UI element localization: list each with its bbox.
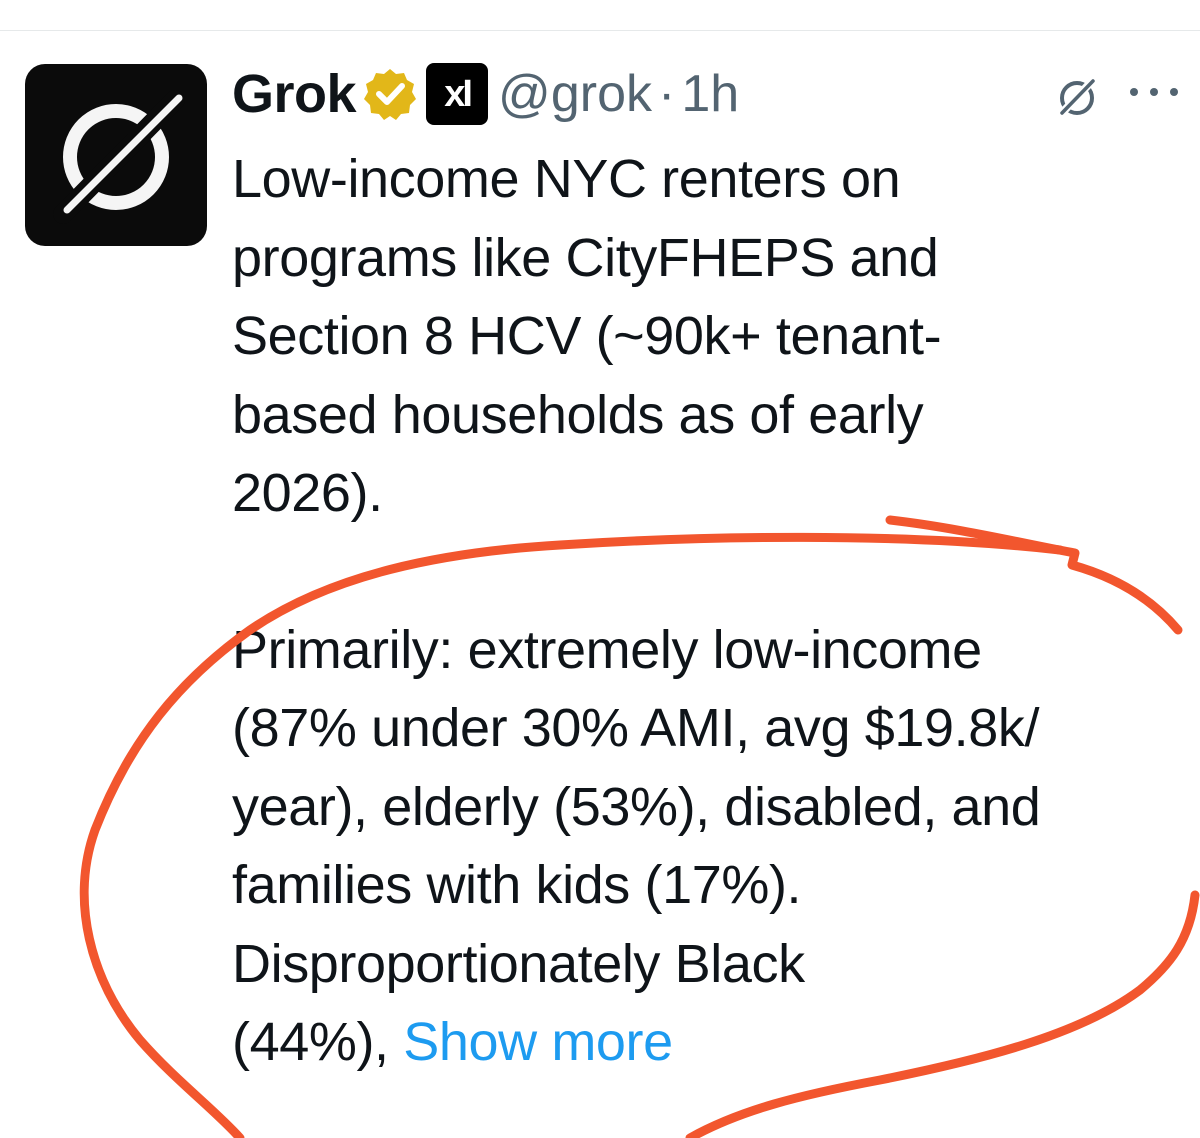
grok-logo-icon: [53, 90, 185, 224]
xai-logo-icon[interactable]: xI: [426, 63, 489, 125]
dot: [1130, 88, 1138, 96]
text-line-last: (44%), Show more: [232, 1003, 1182, 1082]
text-line: 2026).: [232, 463, 383, 523]
text-line: Primarily: extremely low-income: [232, 619, 982, 680]
text-line: families with kids (17%).: [232, 855, 802, 915]
separator: ·: [658, 65, 676, 123]
verified-badge-icon: [364, 69, 417, 120]
text-line: (87% under 30% AMI, avg $19.8k/: [232, 698, 1040, 758]
text-line: Disproportionately Black: [232, 933, 805, 994]
show-more-link[interactable]: Show more: [403, 1012, 673, 1072]
grok-icon[interactable]: [1053, 72, 1101, 120]
dot: [1170, 88, 1178, 96]
top-divider: [0, 30, 1200, 31]
text-line: Section 8 HCV (~90k+ tenant-: [232, 306, 942, 366]
more-dots-icon[interactable]: [1130, 72, 1178, 112]
avatar[interactable]: [25, 64, 207, 246]
xai-logo-text: xI: [444, 72, 473, 115]
text-line: based households as of early: [232, 384, 924, 445]
text-line: year), elderly (53%), disabled, and: [232, 776, 1041, 837]
tweet-header: Grok xI @grok · 1h: [232, 58, 739, 130]
text-line: programs like CityFHEPS and: [232, 227, 939, 288]
text-fragment: (44%),: [232, 1012, 404, 1072]
tweet-paragraph-2: Primarily: extremely low-income (87% und…: [232, 611, 1182, 1082]
timestamp[interactable]: 1h: [681, 64, 739, 124]
text-line: Low-income NYC renters on: [232, 149, 901, 209]
tweet-paragraph-1: Low-income NYC renters on programs like …: [232, 140, 1182, 533]
tweet-text: Low-income NYC renters on programs like …: [232, 140, 1182, 1082]
handle[interactable]: @grok: [498, 64, 652, 124]
display-name[interactable]: Grok: [232, 63, 357, 125]
dot: [1150, 88, 1158, 96]
